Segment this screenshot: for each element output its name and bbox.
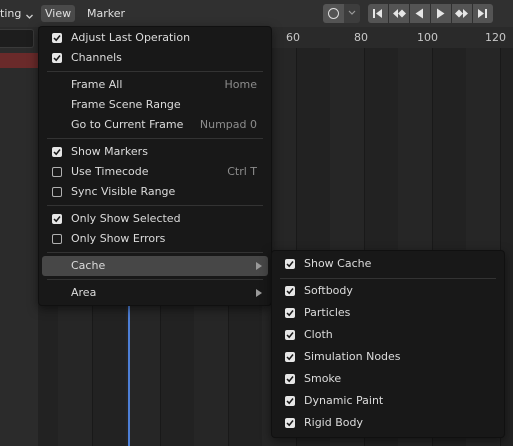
frame-ruler[interactable]: 60 80 100 120 <box>270 27 513 48</box>
menu-separator <box>47 252 263 253</box>
menu-item-cache[interactable]: Cache <box>42 256 268 276</box>
menu-item-label: Dynamic Paint <box>304 394 384 407</box>
menu-separator <box>47 71 263 72</box>
menu-item-frame-all[interactable]: Frame All Home <box>42 75 268 95</box>
proportional-editing-toggle[interactable] <box>323 4 344 23</box>
menu-item-label: Frame Scene Range <box>71 98 181 111</box>
checkbox-checked <box>52 214 62 224</box>
submenu-arrow-icon <box>256 289 262 297</box>
play-icon <box>437 8 445 19</box>
ruler-tick-label: 60 <box>286 31 300 44</box>
menu-item-label: Frame All <box>71 78 123 91</box>
play-reverse-button[interactable] <box>410 4 430 23</box>
menu-item-show-cache[interactable]: Show Cache <box>275 254 501 274</box>
menu-separator <box>47 205 263 206</box>
menu-item-rigid-body[interactable]: Rigid Body <box>275 413 501 433</box>
menu-item-shortcut: Home <box>224 78 257 91</box>
menu-item-label: Area <box>71 286 97 299</box>
view-menu: Adjust Last Operation Channels Frame All… <box>38 26 272 306</box>
jump-to-prev-keyframe-icon <box>393 9 406 18</box>
menu-item-dynamic-paint[interactable]: Dynamic Paint <box>275 391 501 411</box>
menu-item-label: Softbody <box>304 284 353 297</box>
ruler-tick-label: 100 <box>417 31 438 44</box>
menu-item-smoke[interactable]: Smoke <box>275 369 501 389</box>
menu-item-particles[interactable]: Particles <box>275 303 501 323</box>
proportional-circle-icon <box>328 8 339 19</box>
play-button[interactable] <box>431 4 451 23</box>
menu-item-label: Show Cache <box>304 257 372 270</box>
menu-item-label: Particles <box>304 306 351 319</box>
channel-region[interactable] <box>0 27 38 446</box>
ruler-tick-label: 80 <box>354 31 368 44</box>
ruler-tick-label: 120 <box>485 31 506 44</box>
menu-item-label: Rigid Body <box>304 416 363 429</box>
menu-item-label: Sync Visible Range <box>71 185 176 198</box>
menu-item-label: Cache <box>71 259 106 272</box>
checkbox-checked <box>285 286 295 296</box>
menu-item-area[interactable]: Area <box>42 283 268 303</box>
menu-item-label: Go to Current Frame <box>71 118 184 131</box>
menu-separator <box>47 138 263 139</box>
jump-to-start-icon <box>373 9 382 18</box>
checkbox-unchecked <box>52 234 62 244</box>
chevron-down-icon <box>25 9 34 19</box>
menu-item-only-show-selected[interactable]: Only Show Selected <box>42 209 268 229</box>
checkbox-checked <box>285 374 295 384</box>
menu-item-go-to-current-frame[interactable]: Go to Current Frame Numpad 0 <box>42 115 268 135</box>
menu-item-label: Smoke <box>304 372 342 385</box>
jump-to-next-keyframe-button[interactable] <box>452 4 472 23</box>
jump-to-prev-keyframe-button[interactable] <box>389 4 409 23</box>
checkbox-checked <box>285 330 295 340</box>
mode-dropdown-label: ting <box>0 7 22 20</box>
jump-to-start-button[interactable] <box>368 4 388 23</box>
cache-submenu: Show Cache Softbody Particles Cloth Simu… <box>271 250 505 438</box>
checkbox-checked <box>52 33 62 43</box>
timeline-header: ting View Marker <box>0 0 513 28</box>
menu-item-label: Channels <box>71 51 122 64</box>
jump-to-next-keyframe-icon <box>455 9 468 18</box>
marker-menu-button[interactable]: Marker <box>83 5 129 22</box>
checkbox-unchecked <box>52 167 62 177</box>
menu-item-label: Show Markers <box>71 145 148 158</box>
selected-channel-row[interactable] <box>0 53 38 68</box>
mode-dropdown[interactable]: ting <box>0 5 37 22</box>
menu-item-label: Use Timecode <box>71 165 149 178</box>
menu-item-shortcut: Ctrl T <box>227 165 257 178</box>
view-menu-button[interactable]: View <box>41 5 75 22</box>
checkbox-checked <box>285 352 295 362</box>
checkbox-checked <box>285 418 295 428</box>
jump-to-end-button[interactable] <box>473 4 493 23</box>
menu-separator <box>280 278 496 279</box>
menu-item-sync-visible-range[interactable]: Sync Visible Range <box>42 182 268 202</box>
channel-search-input[interactable] <box>0 29 34 48</box>
menu-item-frame-scene-range[interactable]: Frame Scene Range <box>42 95 268 115</box>
menu-item-shortcut: Numpad 0 <box>199 118 257 131</box>
menu-item-label: Only Show Selected <box>71 212 181 225</box>
menu-item-channels[interactable]: Channels <box>42 48 268 68</box>
play-reverse-icon <box>415 8 423 19</box>
checkbox-checked <box>285 259 295 269</box>
menu-item-adjust-last-operation[interactable]: Adjust Last Operation <box>42 28 268 48</box>
submenu-arrow-icon <box>256 262 262 270</box>
jump-to-end-icon <box>478 9 487 18</box>
menu-separator <box>47 279 263 280</box>
checkbox-unchecked <box>52 187 62 197</box>
checkbox-checked <box>285 396 295 406</box>
menu-item-label: Adjust Last Operation <box>71 31 191 44</box>
checkbox-checked <box>285 308 295 318</box>
menu-item-use-timecode[interactable]: Use Timecode Ctrl T <box>42 162 268 182</box>
checkbox-checked <box>52 147 62 157</box>
checkbox-checked <box>52 53 62 63</box>
menu-item-label: Simulation Nodes <box>304 350 401 363</box>
menu-item-show-markers[interactable]: Show Markers <box>42 142 268 162</box>
menu-item-simulation-nodes[interactable]: Simulation Nodes <box>275 347 501 367</box>
proportional-falloff-dropdown[interactable] <box>344 4 360 23</box>
menu-item-cloth[interactable]: Cloth <box>275 325 501 345</box>
chevron-down-icon <box>348 10 356 15</box>
menu-item-label: Cloth <box>304 328 333 341</box>
menu-item-only-show-errors[interactable]: Only Show Errors <box>42 229 268 249</box>
menu-item-softbody[interactable]: Softbody <box>275 281 501 301</box>
menu-item-label: Only Show Errors <box>71 232 166 245</box>
